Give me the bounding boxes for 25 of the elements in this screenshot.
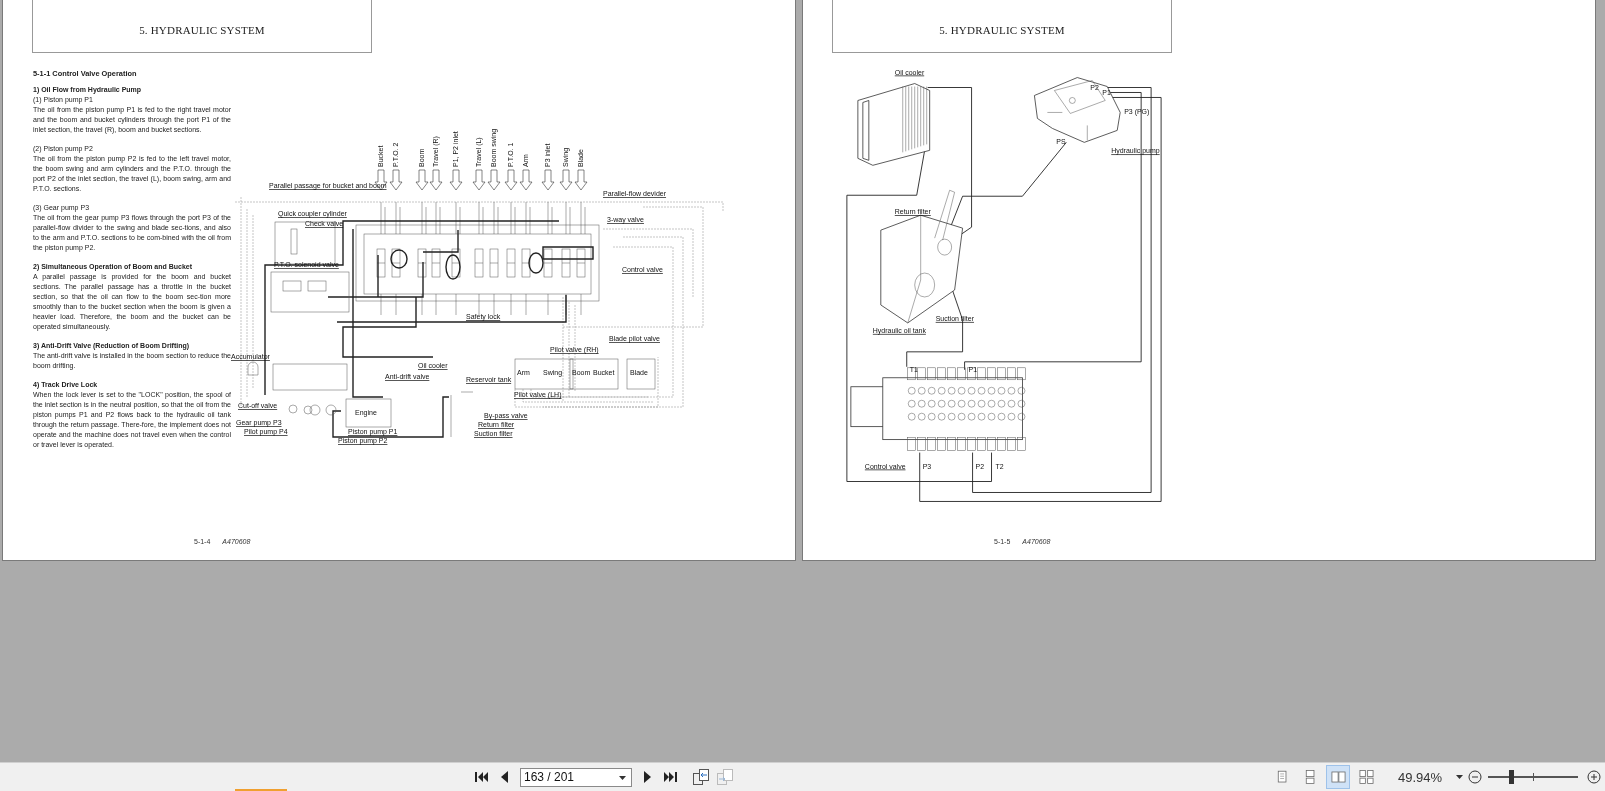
down-arrow-icon	[559, 169, 573, 191]
back-view-icon[interactable]	[692, 768, 710, 786]
dropdown-caret-icon[interactable]	[619, 774, 627, 781]
down-arrow-icon	[487, 169, 501, 191]
down-arrow-icon	[472, 169, 486, 191]
page-layout-icon	[1329, 769, 1347, 785]
down-arrow-icon	[429, 169, 443, 191]
header-title: 5. HYDRAULIC SYSTEM	[139, 24, 265, 36]
header-title: 5. HYDRAULIC SYSTEM	[939, 24, 1065, 36]
tab-indicator	[235, 789, 287, 791]
page-number-field[interactable]: 163 / 201	[520, 767, 632, 787]
dropdown-caret-icon[interactable]	[1456, 774, 1464, 780]
down-arrow-icon	[541, 169, 555, 191]
zoom-in-icon[interactable]	[1587, 770, 1601, 784]
down-arrow-icon	[504, 169, 518, 191]
down-arrow-icon	[389, 169, 403, 191]
zoom-slider[interactable]	[1488, 770, 1578, 784]
down-arrow-icon	[519, 169, 533, 191]
zoom-percentage[interactable]: 49.94%	[1398, 769, 1450, 785]
page-layout-icon	[1357, 769, 1375, 785]
slider-thumb[interactable]	[1508, 770, 1514, 784]
zoom-out-icon[interactable]	[1468, 770, 1482, 784]
down-arrow-icon	[415, 169, 429, 191]
down-arrow-icon	[574, 169, 588, 191]
down-arrow-icon	[449, 169, 463, 191]
